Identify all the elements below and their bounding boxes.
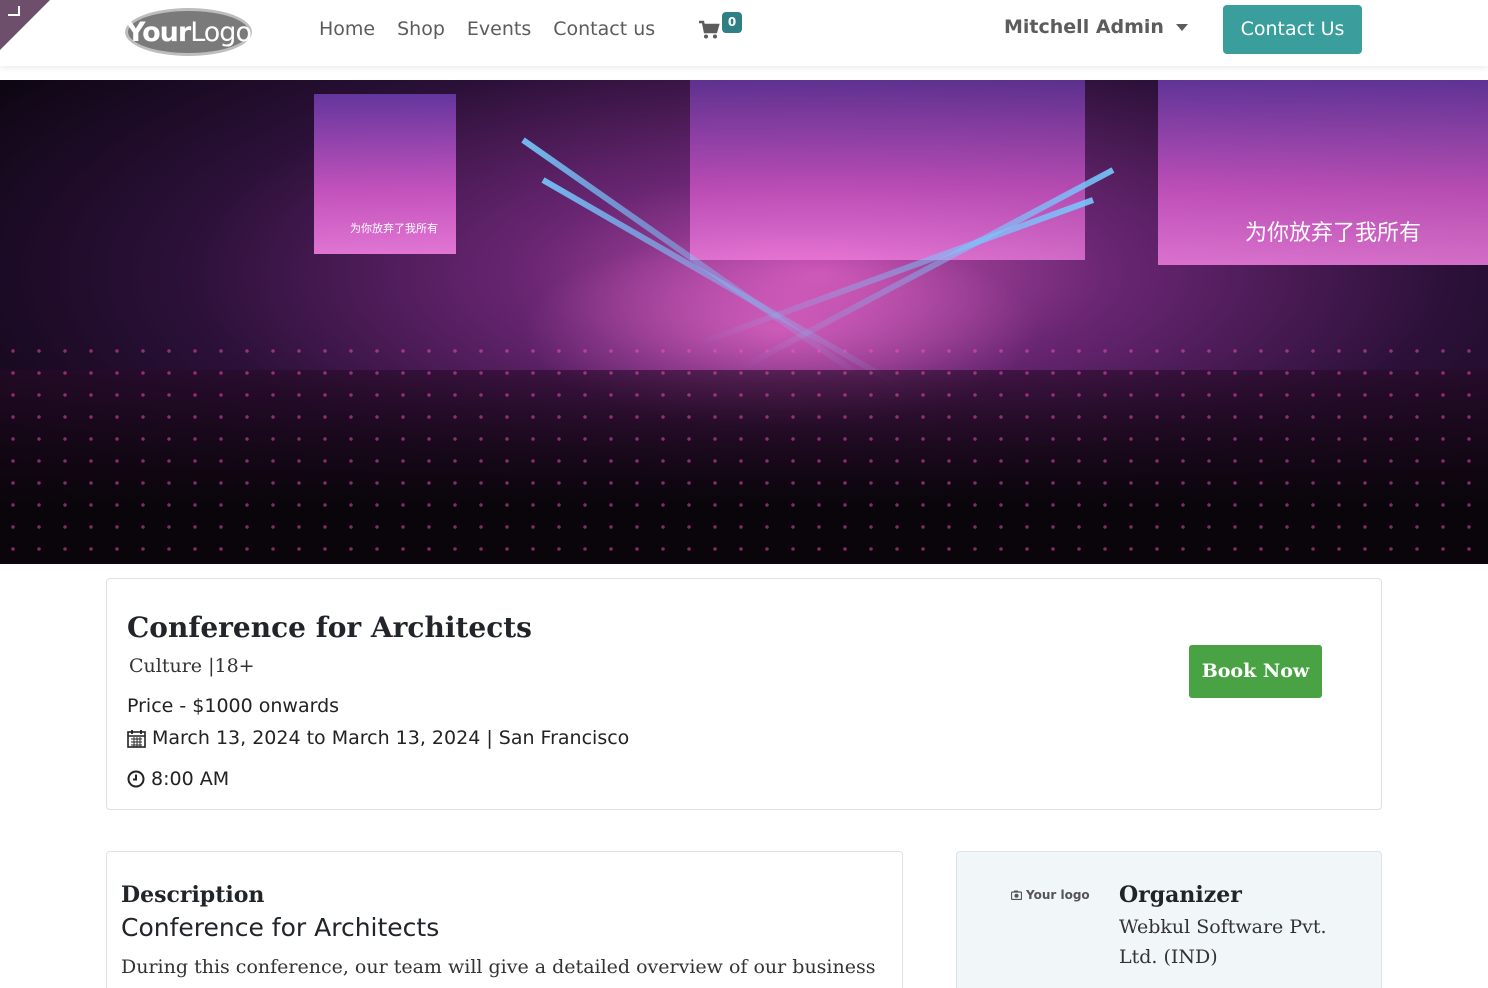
book-now-button[interactable]: Book Now — [1189, 645, 1322, 698]
edit-corner-tag[interactable] — [0, 0, 50, 50]
event-title: Conference for Architects — [127, 611, 532, 644]
nav-contact-us[interactable]: Contact us — [553, 16, 655, 42]
site-logo[interactable]: Your Logo — [125, 8, 252, 56]
screen-caption-small: 为你放弃了我所有 — [350, 222, 438, 235]
user-menu-dropdown[interactable]: Mitchell Admin — [1004, 16, 1188, 38]
shopping-cart-icon — [699, 20, 720, 39]
site-header: Your Logo Home Shop Events Contact us 0 M… — [0, 0, 1488, 66]
nav-home[interactable]: Home — [319, 16, 375, 42]
organizer-name: Webkul Software Pvt. Ltd. (IND) — [1119, 916, 1327, 968]
logo-bold-text: Your — [126, 16, 191, 48]
event-time-text: 8:00 AM — [151, 768, 230, 790]
description-title: Conference for Architects — [121, 913, 440, 942]
event-date-location: March 13, 2024 to March 13, 2024 | San F… — [127, 727, 629, 749]
contact-us-button[interactable]: Contact Us — [1223, 5, 1362, 54]
clock-icon — [127, 770, 145, 788]
nav-events[interactable]: Events — [467, 16, 531, 42]
screen-caption-large: 为你放弃了我所有 — [1245, 221, 1422, 246]
camera-icon — [1011, 890, 1022, 900]
cart-count-badge: 0 — [722, 12, 742, 33]
organizer-logo-text: Your logo — [1026, 888, 1090, 902]
lightsticks — [0, 340, 1488, 564]
cart-link[interactable]: 0 — [698, 12, 748, 42]
event-tags: Culture |18+ — [129, 655, 255, 677]
user-name: Mitchell Admin — [1004, 16, 1164, 38]
organizer-card: Your logo Organizer Webkul Software Pvt.… — [956, 851, 1382, 988]
event-price: Price - $1000 onwards — [127, 695, 340, 717]
description-body: During this conference, our team will gi… — [121, 956, 876, 978]
caret-down-icon — [1175, 23, 1188, 31]
description-heading: Description — [121, 882, 265, 908]
calendar-icon — [127, 729, 146, 748]
event-cover-image: 为你放弃了我所有 为你放弃了我所有 — [0, 80, 1488, 564]
logo-thin-text: Logo — [190, 16, 252, 48]
event-time: 8:00 AM — [127, 768, 229, 790]
description-card: Description Conference for Architects Du… — [106, 851, 903, 988]
main-nav: Home Shop Events Contact us — [319, 16, 677, 42]
organizer-heading: Organizer — [1119, 882, 1242, 908]
organizer-logo: Your logo — [1011, 888, 1090, 902]
event-details-card: Conference for Architects Culture |18+ P… — [106, 578, 1382, 810]
nav-shop[interactable]: Shop — [397, 16, 445, 42]
event-date-text: March 13, 2024 to March 13, 2024 | San F… — [152, 727, 630, 749]
corner-icon — [8, 6, 20, 16]
